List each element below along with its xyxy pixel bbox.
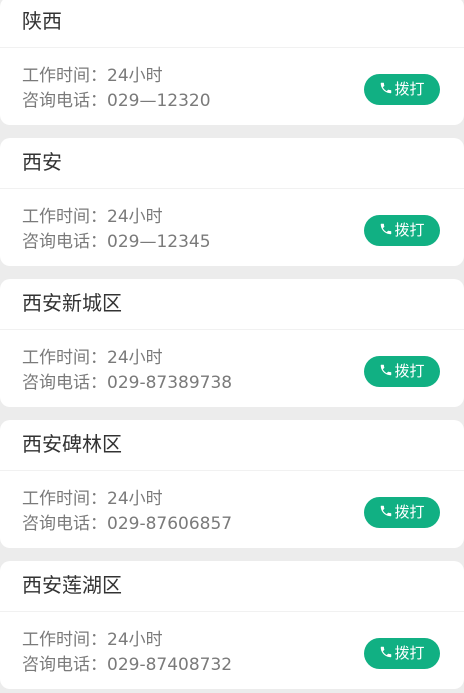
working-hours-label: 工作时间：	[22, 207, 107, 227]
office-name: 西安新城区	[22, 291, 122, 315]
working-hours: 工作时间：24小时	[22, 343, 163, 368]
divider	[0, 329, 464, 330]
working-hours-value: 24小时	[107, 207, 163, 227]
call-button-label: 拨打	[394, 80, 425, 98]
consult-phone-number: 029—12320	[107, 91, 211, 111]
divider	[0, 188, 464, 189]
call-button-label: 拨打	[394, 221, 425, 239]
call-button[interactable]: 拨打	[364, 638, 440, 669]
consult-phone-label: 咨询电话：	[22, 373, 107, 393]
call-button-label: 拨打	[394, 503, 425, 521]
consult-phone-label: 咨询电话：	[22, 514, 107, 534]
office-card: 西安碑林区 工作时间：24小时 咨询电话：029-87606857 拨打	[0, 420, 464, 548]
consult-phone-number: 029-87408732	[107, 655, 233, 675]
office-name: 西安碑林区	[22, 432, 122, 456]
office-card: 西安新城区 工作时间：24小时 咨询电话：029-87389738 拨打	[0, 279, 464, 407]
consult-phone: 咨询电话：029-87389738	[22, 368, 232, 393]
consult-phone: 咨询电话：029-87606857	[22, 509, 232, 534]
phone-icon	[381, 505, 392, 517]
call-button[interactable]: 拨打	[364, 356, 440, 387]
call-button-label: 拨打	[394, 362, 425, 380]
working-hours: 工作时间：24小时	[22, 625, 163, 650]
consult-phone-number: 029—12345	[107, 232, 211, 252]
phone-icon	[381, 82, 392, 94]
consult-phone: 咨询电话：029—12345	[22, 227, 211, 252]
divider	[0, 611, 464, 612]
working-hours: 工作时间：24小时	[22, 202, 163, 227]
consult-phone-number: 029-87389738	[107, 373, 233, 393]
working-hours: 工作时间：24小时	[22, 61, 163, 86]
call-button[interactable]: 拨打	[364, 74, 440, 105]
working-hours-value: 24小时	[107, 489, 163, 509]
consult-phone-label: 咨询电话：	[22, 232, 107, 252]
office-card: 西安莲湖区 工作时间：24小时 咨询电话：029-87408732 拨打	[0, 561, 464, 689]
working-hours-label: 工作时间：	[22, 348, 107, 368]
working-hours-label: 工作时间：	[22, 66, 107, 86]
phone-icon	[381, 646, 392, 658]
working-hours-label: 工作时间：	[22, 489, 107, 509]
phone-icon	[381, 364, 392, 376]
call-button-label: 拨打	[394, 644, 425, 662]
phone-icon	[381, 223, 392, 235]
consult-phone: 咨询电话：029—12320	[22, 86, 211, 111]
divider	[0, 470, 464, 471]
office-name: 西安莲湖区	[22, 573, 122, 597]
working-hours-value: 24小时	[107, 348, 163, 368]
working-hours-label: 工作时间：	[22, 630, 107, 650]
office-name: 西安	[22, 150, 62, 174]
consult-phone-number: 029-87606857	[107, 514, 233, 534]
consult-phone-label: 咨询电话：	[22, 91, 107, 111]
office-list: 陕西 工作时间：24小时 咨询电话：029—12320 拨打 西安 工作时间：2…	[0, 0, 464, 693]
office-card: 陕西 工作时间：24小时 咨询电话：029—12320 拨打	[0, 0, 464, 125]
consult-phone-label: 咨询电话：	[22, 655, 107, 675]
office-card: 西安 工作时间：24小时 咨询电话：029—12345 拨打	[0, 138, 464, 266]
office-name: 陕西	[22, 9, 62, 33]
call-button[interactable]: 拨打	[364, 497, 440, 528]
consult-phone: 咨询电话：029-87408732	[22, 650, 232, 675]
call-button[interactable]: 拨打	[364, 215, 440, 246]
working-hours-value: 24小时	[107, 66, 163, 86]
working-hours-value: 24小时	[107, 630, 163, 650]
working-hours: 工作时间：24小时	[22, 484, 163, 509]
divider	[0, 47, 464, 48]
